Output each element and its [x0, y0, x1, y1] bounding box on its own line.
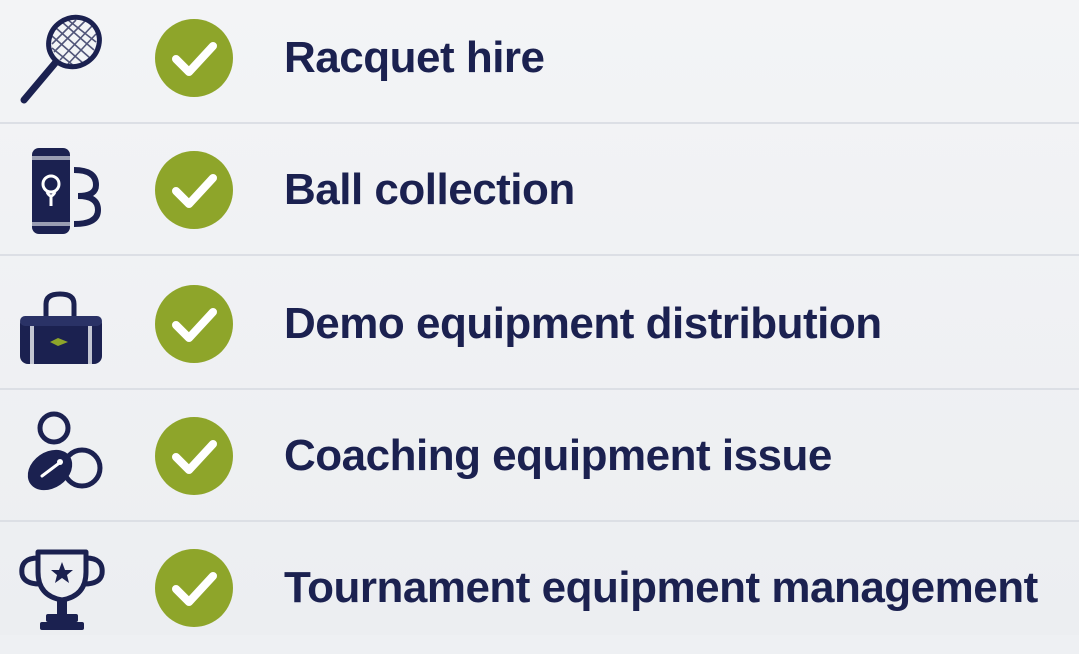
list-item-coaching-equipment: Coaching equipment issue: [0, 390, 1079, 522]
list-item-ball-collection: Ball collection: [0, 124, 1079, 256]
item-label: Racquet hire: [284, 33, 545, 82]
list-item-racquet-hire: Racquet hire: [0, 0, 1079, 124]
item-label: Coaching equipment issue: [284, 431, 832, 480]
check-icon: [154, 416, 234, 496]
list-item-tournament-equipment: Tournament equipment management: [0, 522, 1079, 654]
item-label: Tournament equipment management: [284, 563, 1038, 612]
row-divider: [0, 254, 1079, 256]
coaching-equipment-icon: [12, 406, 112, 506]
check-icon: [154, 548, 234, 628]
equipment-bag-icon: [12, 274, 112, 374]
equipment-services-list: Racquet hire Ball collection Demo equipm…: [0, 0, 1079, 635]
trophy-icon: [12, 538, 112, 638]
ball-tube-icon: [12, 140, 112, 240]
tennis-racquet-icon: [12, 8, 112, 108]
check-icon: [154, 18, 234, 98]
item-label: Ball collection: [284, 165, 575, 214]
check-icon: [154, 284, 234, 364]
item-label: Demo equipment distribution: [284, 299, 882, 348]
list-item-demo-equipment: Demo equipment distribution: [0, 258, 1079, 390]
check-icon: [154, 150, 234, 230]
